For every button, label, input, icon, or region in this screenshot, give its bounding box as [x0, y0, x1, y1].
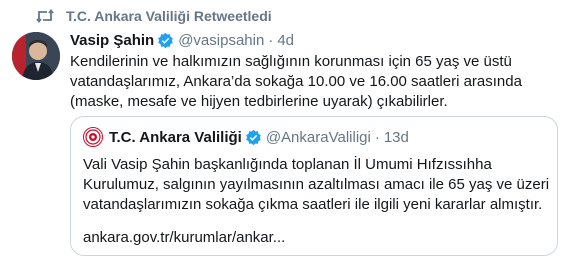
tweet-header: Vasip Şahin @vasipsahin · 4d [70, 30, 570, 50]
quoted-tweet-text: Vali Vasip Şahin başkanlığında toplanan … [83, 156, 550, 213]
quoted-tweet[interactable]: T.C. Ankara Valiliği @AnkaraValiligi · 1… [70, 116, 558, 256]
retweet-icon [36, 9, 54, 23]
seal-logo-icon [83, 127, 103, 147]
user-avatar[interactable] [12, 32, 60, 80]
separator-dot: · [374, 128, 380, 146]
tweet-text: Kendilerinin ve halkımızın sağlığının ko… [70, 53, 522, 110]
tweet[interactable]: Vasip Şahin @vasipsahin · 4d Kendilerini… [70, 30, 570, 112]
quoted-tweet-link[interactable]: ankara.gov.tr/kurumlar/ankar... [83, 229, 285, 246]
quoted-author-name[interactable]: T.C. Ankara Valiliği [109, 129, 242, 146]
retweet-label[interactable]: T.C. Ankara Valiliği Retweetledi [66, 8, 272, 24]
quoted-author-handle[interactable]: @AnkaraValiligi [266, 129, 371, 146]
quoted-tweet-header: T.C. Ankara Valiliği @AnkaraValiligi · 1… [83, 127, 409, 147]
author-name[interactable]: Vasip Şahin [70, 32, 154, 49]
verified-badge-icon [157, 32, 174, 49]
separator-dot: · [268, 31, 274, 49]
quoted-tweet-timestamp[interactable]: 13d [384, 129, 409, 146]
retweet-header: T.C. Ankara Valiliği Retweetledi [36, 6, 272, 26]
author-handle[interactable]: @vasipsahin [178, 32, 264, 49]
tweet-timestamp[interactable]: 4d [277, 32, 294, 49]
verified-badge-icon [245, 129, 262, 146]
